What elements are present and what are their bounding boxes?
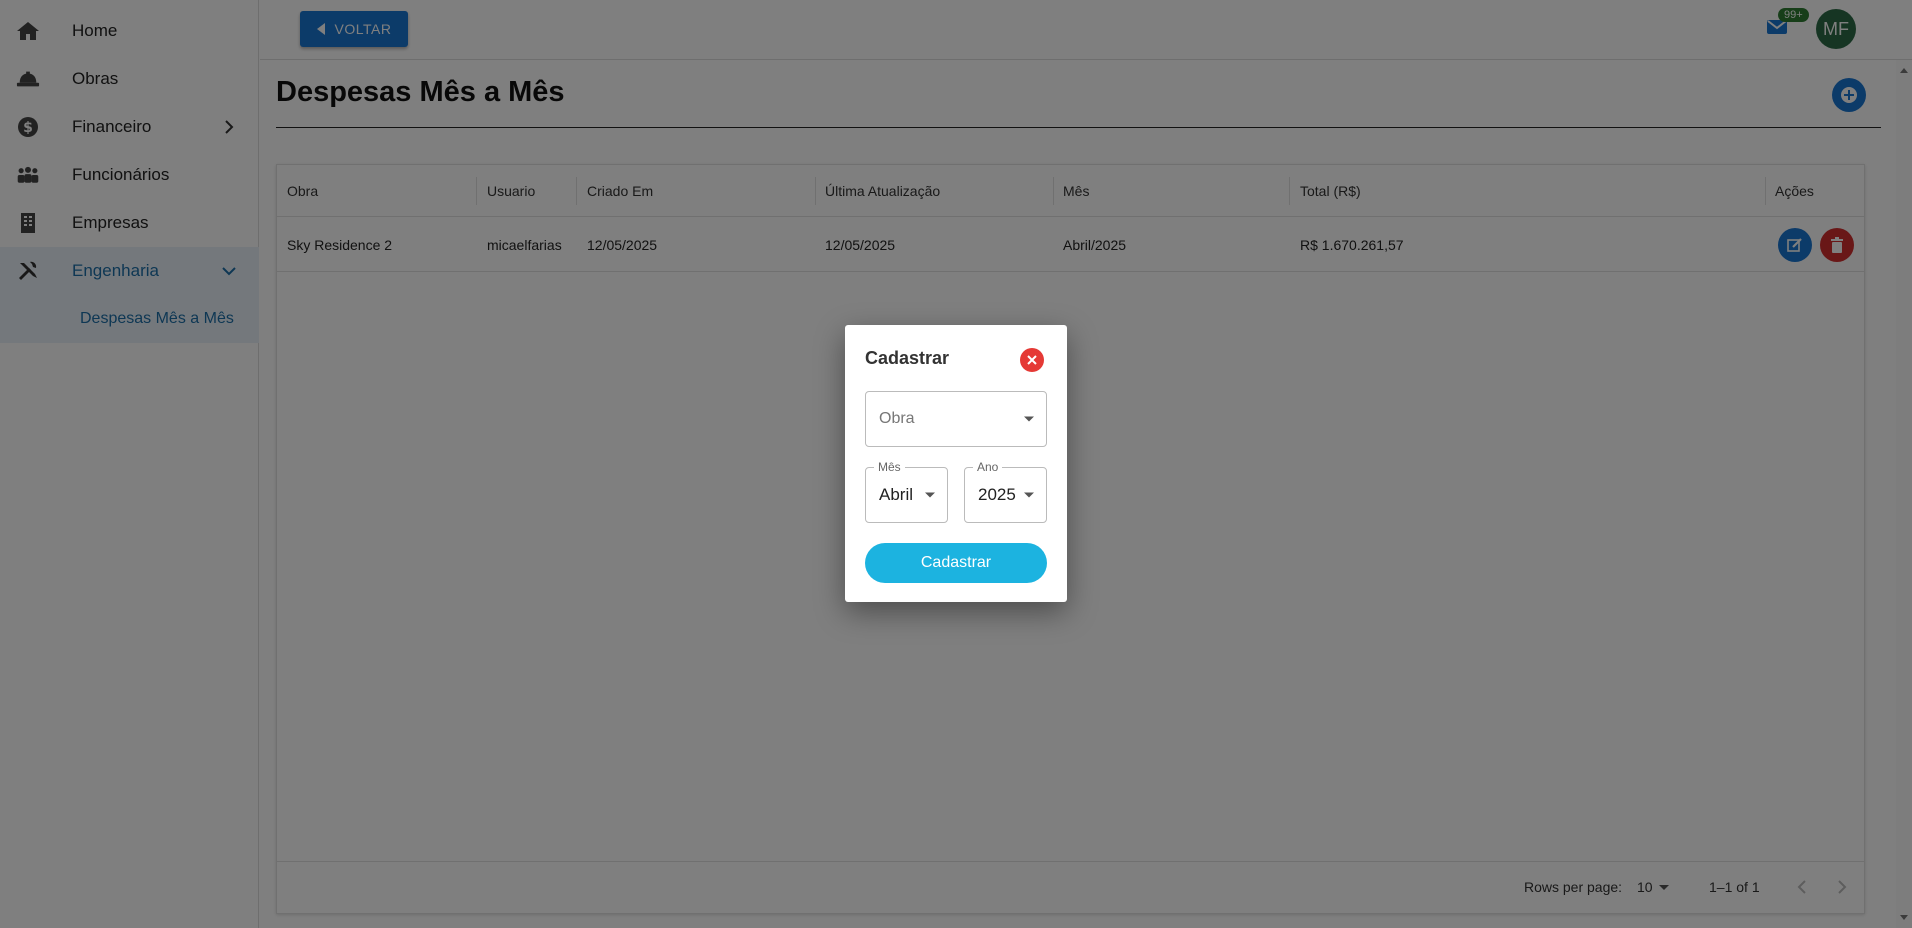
caret-down-icon	[1024, 492, 1034, 498]
close-icon	[1027, 355, 1037, 365]
mes-select[interactable]: Mês Abril	[865, 460, 948, 523]
close-button[interactable]	[1020, 348, 1044, 372]
mes-value: Abril	[879, 485, 914, 504]
obra-placeholder: Obra	[879, 410, 915, 427]
mes-label: Mês	[874, 460, 905, 474]
caret-down-icon	[1024, 416, 1034, 422]
obra-select[interactable]: Obra	[865, 391, 1047, 447]
modal-title: Cadastrar	[865, 348, 950, 368]
caret-down-icon	[925, 492, 935, 498]
ano-select[interactable]: Ano 2025	[964, 460, 1047, 523]
ano-label: Ano	[973, 460, 1003, 474]
ano-value: 2025	[978, 485, 1016, 504]
register-modal: Cadastrar Obra Mês Abril Ano 2025 Cadast…	[845, 325, 1067, 602]
submit-button[interactable]: Cadastrar	[865, 543, 1047, 583]
